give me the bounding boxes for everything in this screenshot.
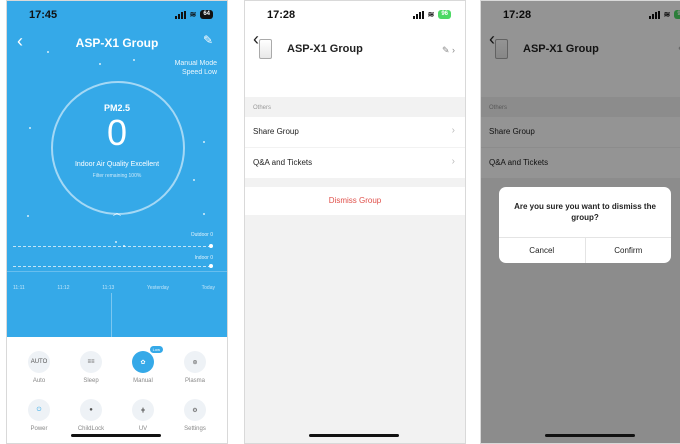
speed-badge: Low <box>148 345 164 354</box>
wifi-icon: ≋ <box>189 10 197 19</box>
mode-line: Manual Mode <box>174 60 217 67</box>
control-label: ChildLock <box>77 426 105 432</box>
status-time: 17:28 <box>267 9 296 21</box>
outdoor-label: Outdoor 0 <box>190 232 213 238</box>
particle-dot <box>115 241 117 243</box>
row-label: Share Group <box>253 127 299 136</box>
filter-remaining: Filter remaining 100% <box>92 173 142 179</box>
purifier-icon <box>259 39 272 59</box>
indoor-label: Indoor 0 <box>194 255 213 261</box>
control-label: Auto <box>32 378 46 384</box>
time-tick: 11:13 <box>102 285 115 291</box>
control-label: Manual <box>133 378 153 384</box>
time-axis: 11:11 11:12 11:13 Yesterday Today <box>13 285 215 291</box>
cancel-button[interactable]: Cancel <box>499 238 585 263</box>
device-header: ‹ ASP-X1 Group ✎ › <box>245 27 465 97</box>
time-tick: 11:11 <box>13 285 25 291</box>
signal-icon <box>174 10 186 19</box>
status-bar: 17:45 ≋ 64 <box>7 1 227 27</box>
outdoor-line-end <box>209 244 213 248</box>
pm-value: 0 <box>106 112 128 153</box>
phone-screen-group-settings: 17:28 ≋ 96 ‹ ASP-X1 Group ✎ › Others Sha… <box>244 0 466 444</box>
dismiss-group-button[interactable]: Dismiss Group <box>245 187 465 215</box>
row-qa-tickets[interactable]: Q&A and Tickets › <box>245 148 465 178</box>
control-label: Settings <box>184 426 206 432</box>
time-tick: 11:12 <box>57 285 70 291</box>
plasma-icon: ⊛ <box>184 351 206 373</box>
home-indicator[interactable] <box>309 434 399 437</box>
home-indicator[interactable] <box>71 434 161 437</box>
chevron-right-icon: › <box>451 125 455 136</box>
dialog-buttons: Cancel Confirm <box>499 237 671 263</box>
particle-dot <box>133 59 135 61</box>
particle-dot <box>47 51 49 53</box>
control-power[interactable]: ⏻ Power <box>15 399 63 432</box>
control-label: Plasma <box>184 378 205 384</box>
dialog-message: Are you sure you want to dismiss the gro… <box>514 202 656 222</box>
air-quality-text: Indoor Air Quality Excellent <box>74 161 160 168</box>
page-title: ASP-X1 Group <box>75 36 159 50</box>
control-sleep[interactable]: ≡≡ Sleep <box>67 351 115 384</box>
phone-screen-purifier: 17:45 ≋ 64 ‹ ASP-X1 Group ✎ Manual Mode … <box>6 0 228 444</box>
time-tick: Yesterday <box>146 285 170 291</box>
power-icon: ⏻ <box>28 399 50 421</box>
wifi-icon: ≋ <box>427 10 435 19</box>
control-uv[interactable]: ⋕ UV <box>119 399 167 432</box>
confirm-dialog: Are you sure you want to dismiss the gro… <box>499 187 671 263</box>
chart-divider <box>7 271 227 272</box>
row-label: Q&A and Tickets <box>253 158 313 167</box>
outdoor-line <box>13 246 211 247</box>
indoor-line <box>13 266 211 267</box>
control-plasma[interactable]: ⊛ Plasma <box>171 351 219 384</box>
mode-status: Manual Mode Speed Low <box>175 59 217 77</box>
edit-icon[interactable]: ✎ <box>203 33 213 47</box>
control-auto[interactable]: AUTO Auto <box>15 351 63 384</box>
chevron-right-icon: › <box>451 156 455 167</box>
time-tick: Today <box>201 285 215 291</box>
auto-icon: AUTO <box>28 351 50 373</box>
purifier-dashboard: 17:45 ≋ 64 ‹ ASP-X1 Group ✎ Manual Mode … <box>7 1 227 337</box>
fan-icon: ✿ Low <box>132 345 164 373</box>
control-settings[interactable]: ⚙ Settings <box>171 399 219 432</box>
chevron-up-icon[interactable]: ︿ <box>7 207 227 218</box>
signal-icon <box>412 10 424 19</box>
edit-icon[interactable]: ✎ › <box>442 45 455 56</box>
control-label: UV <box>138 426 148 432</box>
row-share-group[interactable]: Share Group › <box>245 117 465 147</box>
control-grid: AUTO Auto ≡≡ Sleep ✿ Low Manual ⊛ Plasma… <box>7 337 227 443</box>
lock-icon: ● <box>80 399 102 421</box>
control-label: Sleep <box>83 378 99 384</box>
particle-dot <box>99 63 101 65</box>
speed-line: Speed Low <box>181 69 217 76</box>
battery-icon: 64 <box>200 10 213 19</box>
section-header: Others <box>253 105 272 111</box>
control-childlock[interactable]: ● ChildLock <box>67 399 115 432</box>
status-time: 17:45 <box>29 9 58 21</box>
confirm-button[interactable]: Confirm <box>584 238 672 263</box>
particle-dot <box>193 179 195 181</box>
settings-icon: ⚙ <box>184 399 206 421</box>
control-manual[interactable]: ✿ Low Manual <box>119 345 167 384</box>
device-name: ASP-X1 Group <box>287 43 363 55</box>
home-indicator[interactable] <box>545 434 635 437</box>
phone-screen-dismiss-dialog: 17:28 ≋ 96 ‹ ASP-X1 Group ✎ › Others Sha… <box>480 0 680 444</box>
uv-icon: ⋕ <box>132 399 154 421</box>
battery-icon: 96 <box>438 10 451 19</box>
control-label: Power <box>30 426 48 432</box>
fan-glyph: ✿ <box>140 359 146 366</box>
chart-cursor <box>111 293 112 337</box>
indoor-line-end <box>209 264 213 268</box>
status-bar: 17:28 ≋ 96 <box>245 1 465 27</box>
sleep-icon: ≡≡ <box>80 351 102 373</box>
